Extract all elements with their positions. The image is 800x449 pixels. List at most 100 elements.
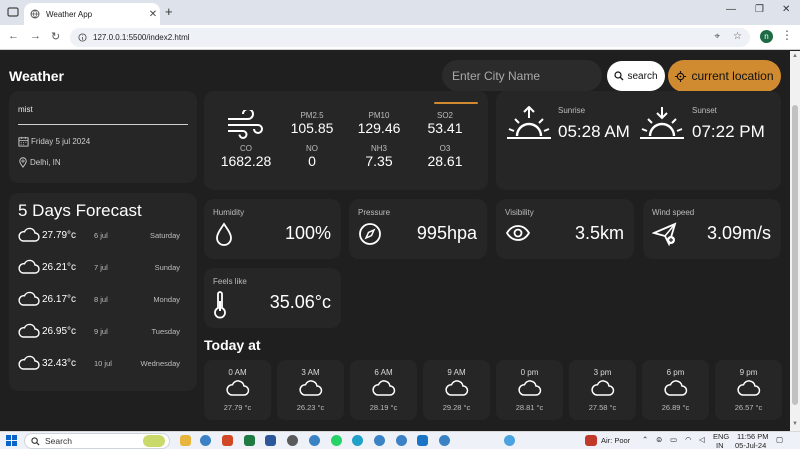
minimize-icon[interactable]: — bbox=[726, 4, 736, 15]
search-button[interactable]: search bbox=[607, 61, 665, 91]
cloud-icon bbox=[445, 380, 469, 396]
hourly-card: 6 pm 26.89 °c bbox=[642, 360, 709, 420]
forecast-row: 26.17°c 8 jul Monday bbox=[18, 290, 180, 308]
chrome-icon[interactable] bbox=[200, 435, 211, 446]
current-date-row: Friday 5 jul 2024 bbox=[18, 136, 90, 147]
hour-time: 0 pm bbox=[520, 368, 539, 377]
hour-time: 6 AM bbox=[374, 368, 393, 377]
file-explorer-icon[interactable] bbox=[180, 435, 191, 446]
current-location-button[interactable]: current location bbox=[668, 60, 781, 92]
taskbar-search-box[interactable]: Search bbox=[24, 433, 170, 449]
so2-label: SO2 bbox=[436, 111, 453, 120]
language-bottom[interactable]: IN bbox=[716, 441, 724, 449]
restore-icon[interactable]: ❐ bbox=[755, 4, 764, 15]
hourly-card: 9 pm 26.57 °c bbox=[715, 360, 782, 420]
hourly-card: 0 AM 27.79 °c bbox=[204, 360, 271, 420]
forecast-row: 26.21°c 7 jul Sunday bbox=[18, 258, 180, 276]
word-icon[interactable] bbox=[265, 435, 276, 446]
profile-avatar[interactable]: n bbox=[760, 30, 773, 43]
pm10-value: 129.46 bbox=[357, 120, 401, 136]
forecast-day: Tuesday bbox=[151, 327, 181, 336]
pressure-card: Pressure 995hpa bbox=[349, 199, 487, 259]
whatsapp-icon[interactable] bbox=[331, 435, 342, 446]
chrome-icon[interactable] bbox=[439, 435, 450, 446]
bookmark-star-icon[interactable]: ☆ bbox=[733, 31, 742, 42]
vscode-icon[interactable] bbox=[417, 435, 428, 446]
chrome-icon[interactable] bbox=[374, 435, 385, 446]
hourly-card: 3 pm 27.58 °c bbox=[569, 360, 636, 420]
air-quality-icon[interactable] bbox=[585, 435, 597, 446]
browser-menu-icon[interactable]: ⋮ bbox=[781, 28, 793, 42]
scroll-up-icon[interactable]: ▲ bbox=[792, 53, 798, 59]
excel-icon[interactable] bbox=[244, 435, 255, 446]
chrome-icon[interactable] bbox=[309, 435, 320, 446]
current-location: Delhi, IN bbox=[30, 158, 61, 167]
forward-icon[interactable]: → bbox=[30, 30, 41, 42]
back-icon[interactable]: ← bbox=[8, 30, 19, 42]
cloud-icon bbox=[18, 355, 40, 370]
hourly-card: 9 AM 29.28 °c bbox=[423, 360, 490, 420]
calendar-icon bbox=[18, 136, 29, 147]
cloud-icon bbox=[18, 227, 40, 242]
pressure-label: Pressure bbox=[358, 208, 391, 217]
search-button-label: search bbox=[627, 70, 658, 82]
forecast-temp: 26.17°c bbox=[42, 294, 77, 305]
taskbar-time[interactable]: 11:56 PM bbox=[737, 432, 769, 441]
city-search-input[interactable] bbox=[442, 60, 602, 91]
new-tab-icon[interactable]: + bbox=[165, 4, 173, 19]
taskbar-date[interactable]: 05-Jul-24 bbox=[735, 441, 766, 449]
site-info-icon[interactable] bbox=[78, 33, 87, 42]
page-scrollbar[interactable]: ▲ ▼ bbox=[790, 51, 800, 431]
browser-tab[interactable]: Weather App ✕ bbox=[24, 3, 160, 25]
humidity-card: Humidity 100% bbox=[204, 199, 341, 259]
scroll-down-icon[interactable]: ▼ bbox=[792, 421, 798, 427]
hourly-card: 0 pm 28.81 °c bbox=[496, 360, 563, 420]
windows-start-icon[interactable] bbox=[6, 435, 17, 446]
co-value: 1682.28 bbox=[220, 153, 272, 169]
hour-temp: 27.58 °c bbox=[588, 403, 617, 412]
wind-speed-value: 3.09m/s bbox=[706, 223, 771, 243]
chrome-icon[interactable] bbox=[396, 435, 407, 446]
cloud-icon bbox=[299, 380, 323, 396]
wifi-icon[interactable]: ◠ bbox=[685, 435, 692, 444]
edge-icon[interactable] bbox=[352, 435, 363, 446]
forecast-temp: 27.79°c bbox=[42, 230, 77, 241]
search-highlight-icon bbox=[143, 435, 165, 447]
hour-temp: 26.57 °c bbox=[734, 403, 763, 412]
settings-icon[interactable] bbox=[287, 435, 298, 446]
location-pin-icon[interactable]: ⌖ bbox=[714, 31, 720, 42]
language-top[interactable]: ENG bbox=[713, 432, 729, 441]
tray-chevron-icon[interactable]: ⌃ bbox=[642, 435, 648, 444]
close-window-icon[interactable]: ✕ bbox=[782, 4, 790, 15]
thermometer-icon bbox=[214, 291, 226, 319]
so2-reading: SO2 53.41 bbox=[415, 111, 475, 136]
powerpoint-icon[interactable] bbox=[222, 435, 233, 446]
sunrise-icon bbox=[507, 106, 551, 139]
volume-icon[interactable]: ◁ bbox=[699, 435, 705, 444]
feels-like-label: Feels like bbox=[213, 277, 247, 286]
pressure-value: 995hpa bbox=[416, 223, 477, 243]
no-value: 0 bbox=[308, 153, 316, 169]
address-bar[interactable]: 127.0.0.1:5500/index2.html ☆ ⌖ bbox=[70, 28, 750, 47]
cloud-icon bbox=[737, 380, 761, 396]
forecast-row: 32.43°c 10 jul Wednesday bbox=[18, 354, 180, 372]
cloud-icon bbox=[664, 380, 688, 396]
current-location-label: current location bbox=[691, 69, 774, 83]
network-icon[interactable]: ⊜ bbox=[656, 435, 662, 444]
current-date: Friday 5 jul 2024 bbox=[31, 137, 91, 146]
hour-temp: 29.28 °c bbox=[442, 403, 471, 412]
forecast-date: 6 jul bbox=[94, 231, 108, 240]
help-icon[interactable] bbox=[504, 435, 515, 446]
visibility-label: Visibility bbox=[505, 208, 534, 217]
tab-search-icon[interactable] bbox=[6, 5, 20, 19]
air-status: Air: Poor bbox=[601, 436, 631, 445]
reload-icon[interactable]: ↻ bbox=[51, 30, 60, 43]
cloud-icon bbox=[591, 380, 615, 396]
notification-icon[interactable]: ▢ bbox=[776, 435, 783, 444]
tab-close-icon[interactable]: ✕ bbox=[146, 9, 160, 20]
battery-icon[interactable]: ▭ bbox=[670, 435, 677, 444]
humidity-value: 100% bbox=[284, 223, 331, 243]
forecast-day: Saturday bbox=[149, 231, 180, 240]
scrollbar-thumb[interactable] bbox=[792, 105, 798, 405]
hour-temp: 27.79 °c bbox=[223, 403, 252, 412]
